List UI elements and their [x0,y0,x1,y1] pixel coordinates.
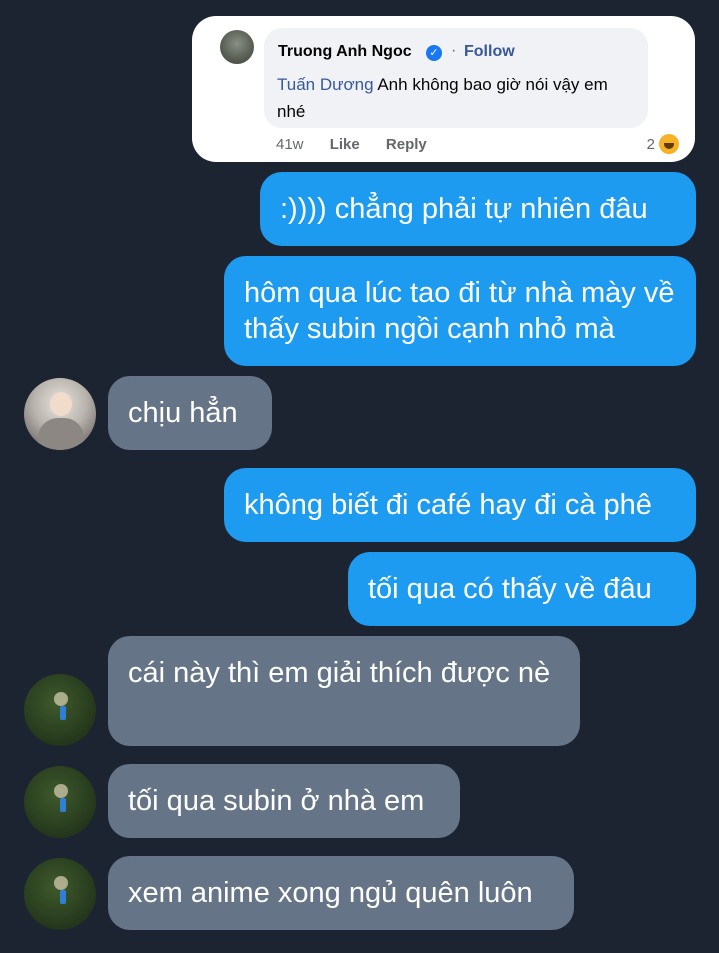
message-text: không biết đi café hay đi cà phê [244,489,652,521]
message-bubble-outgoing[interactable]: hôm qua lúc tao đi từ nhà mày về thấy su… [224,256,696,366]
message-bubble-incoming[interactable]: tối qua subin ở nhà em [108,764,460,838]
verified-badge-icon: ✓ [426,45,442,61]
contact-avatar[interactable] [24,674,96,746]
message-bubble-outgoing[interactable]: :)))) chẳng phải tự nhiên đâu [260,172,696,246]
contact-avatar[interactable] [24,378,96,450]
message-bubble-incoming[interactable]: cái này thì em giải thích được nè [108,636,580,746]
comment-bubble: Truong Anh Ngoc ✓ · Follow Tuấn Dương An… [264,28,648,128]
commenter-avatar [220,30,254,64]
message-text: cái này thì em giải thích được nè [128,657,551,689]
message-bubble-outgoing[interactable]: tối qua có thấy về đâu [348,552,696,626]
message-text: hôm qua lúc tao đi từ nhà mày về thấy su… [244,277,675,345]
haha-icon [659,134,679,154]
contact-avatar[interactable] [24,766,96,838]
comment-age: 41w [276,136,304,153]
message-text: tối qua có thấy về đâu [368,573,652,605]
comment-meta: 41w Like Reply [276,136,449,153]
message-text: chịu hẳn [128,397,238,429]
reaction-summary: 2 [647,134,679,154]
message-text: xem anime xong ngủ quên luôn [128,877,533,909]
message-text: tối qua subin ở nhà em [128,785,425,817]
comment-text: Tuấn Dương Anh không bao giờ nói vậy em … [277,71,637,125]
reaction-count: 2 [646,135,655,153]
contact-avatar[interactable] [24,858,96,930]
separator-dot: · [451,42,457,59]
facebook-comment-screenshot: Truong Anh Ngoc ✓ · Follow Tuấn Dương An… [192,16,695,162]
message-bubble-incoming[interactable]: xem anime xong ngủ quên luôn [108,856,574,930]
like-link: Like [329,136,360,153]
follow-link: Follow [464,43,515,60]
message-text: :)))) chẳng phải tự nhiên đâu [280,193,648,225]
message-bubble-incoming[interactable]: chịu hẳn [108,376,272,450]
commenter-name: Truong Anh Ngoc [278,43,412,60]
message-bubble-outgoing[interactable]: không biết đi café hay đi cà phê [224,468,696,542]
mention-link: Tuấn Dương [277,75,374,94]
reply-link: Reply [385,136,427,153]
